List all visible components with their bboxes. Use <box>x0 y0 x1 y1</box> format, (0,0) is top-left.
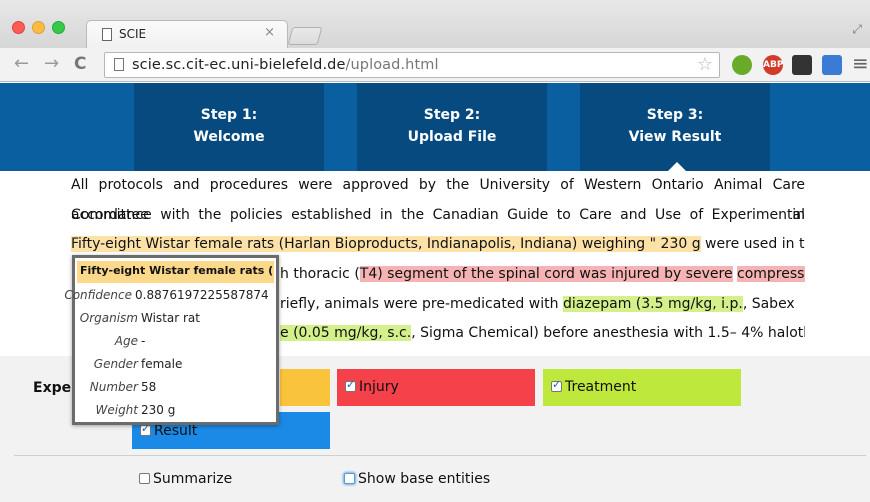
browser-tab[interactable]: SCIE × <box>86 20 288 48</box>
page-icon <box>114 58 124 71</box>
treatment-checkbox[interactable] <box>551 378 562 392</box>
entity-treatment[interactable]: e (0.05 mg/kg, s.c. <box>280 325 412 342</box>
show-base-entities-checkbox[interactable] <box>344 473 355 484</box>
adblock-icon[interactable]: ABP <box>763 55 783 75</box>
summarize-checkbox[interactable] <box>139 473 150 484</box>
doc-line: accordance with the policies established… <box>71 206 805 253</box>
back-button[interactable]: ← <box>14 54 29 74</box>
browser-titlebar: SCIE × ⤢ <box>0 0 870 48</box>
category-experiment[interactable] <box>280 369 330 406</box>
address-bar[interactable]: scie.sc.cit-ec.uni-bielefeld.de/upload.h… <box>104 52 720 78</box>
entity-treatment[interactable]: diazepam (3.5 mg/kg, i.p. <box>562 295 743 312</box>
step-welcome[interactable]: Step 1: Welcome <box>134 83 324 171</box>
doc-line: All protocols and procedures were approv… <box>71 177 805 223</box>
entity-injury[interactable]: T4) segment of the spinal cord was injur… <box>359 266 733 283</box>
url-text[interactable]: scie.sc.cit-ec.uni-bielefeld.de/upload.h… <box>132 57 439 73</box>
result-checkbox[interactable] <box>140 422 151 436</box>
minimize-window-button[interactable] <box>32 21 45 34</box>
entity-injury[interactable]: compression <box>737 266 805 283</box>
incognito-icon[interactable] <box>792 55 812 75</box>
category-injury[interactable]: Injury <box>337 369 535 406</box>
reload-button[interactable]: C <box>74 54 86 74</box>
category-treatment[interactable]: Treatment <box>543 369 741 406</box>
close-window-button[interactable] <box>12 21 25 34</box>
new-tab-button[interactable] <box>287 27 323 45</box>
tooltip-title: Fifty-eight Wistar female rats (Harlan B… <box>77 261 274 283</box>
menu-icon[interactable]: ≡ <box>852 53 869 73</box>
injury-checkbox[interactable] <box>345 378 356 392</box>
zoom-window-button[interactable] <box>52 21 65 34</box>
tab-close-icon[interactable]: × <box>264 25 275 40</box>
tab-title: SCIE <box>119 27 147 41</box>
evernote-icon[interactable] <box>732 55 752 75</box>
divider <box>14 455 866 456</box>
forward-button[interactable]: → <box>44 54 59 74</box>
show-base-entities-option[interactable]: Show base entities <box>344 471 490 487</box>
bookmark-star-icon[interactable]: ☆ <box>697 54 713 75</box>
browser-toolbar: ← → C scie.sc.cit-ec.uni-bielefeld.de/up… <box>0 48 870 82</box>
fullscreen-icon[interactable]: ⤢ <box>852 22 862 37</box>
step-upload-file[interactable]: Step 2: Upload File <box>357 83 547 171</box>
chat-icon[interactable] <box>822 55 842 75</box>
page-icon <box>102 28 112 41</box>
entity-experiment[interactable]: Fifty-eight Wistar female rats (Harlan B… <box>71 236 701 253</box>
step-view-result[interactable]: Step 3: View Result <box>580 83 770 172</box>
summarize-option[interactable]: Summarize <box>139 471 232 487</box>
entity-tooltip: Fifty-eight Wistar female rats (Harlan B… <box>64 255 279 425</box>
steps-header: Step 1: Welcome Step 2: Upload File Step… <box>0 83 870 172</box>
